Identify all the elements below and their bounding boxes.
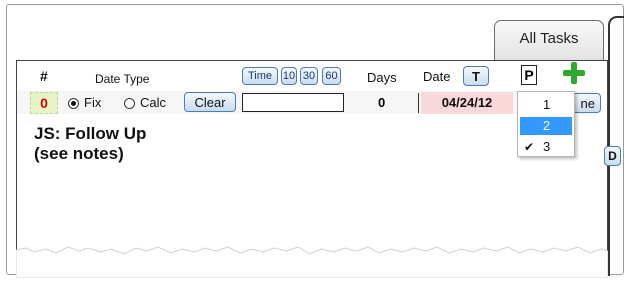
date-header: Date	[423, 69, 451, 84]
time-60-button[interactable]: 60	[322, 67, 341, 85]
time-button[interactable]: Time	[242, 67, 278, 85]
calc-radio[interactable]	[124, 98, 135, 109]
fix-label: Fix	[84, 95, 102, 110]
plus-icon[interactable]	[563, 62, 585, 84]
time-30-button[interactable]: 30	[300, 67, 318, 85]
task-title-line2: (see notes)	[34, 144, 124, 163]
priority-option-1[interactable]: 1	[520, 96, 572, 114]
priority-header[interactable]: P	[521, 65, 537, 85]
priority-option-2[interactable]: 2	[520, 117, 572, 135]
torn-edge	[16, 246, 608, 278]
tab-all-tasks[interactable]: All Tasks	[494, 20, 604, 60]
time-10-button[interactable]: 10	[281, 67, 297, 85]
today-button[interactable]: T	[463, 66, 489, 86]
priority-option-3[interactable]: ✔ 3	[520, 138, 572, 156]
task-title-line1: JS: Follow Up	[34, 124, 147, 143]
days-header: Days	[367, 70, 397, 85]
clear-button[interactable]: Clear	[184, 92, 236, 112]
check-icon: ✔	[524, 140, 535, 154]
date-type-header: Date Type	[95, 72, 150, 86]
column-divider	[418, 93, 419, 113]
time-input[interactable]	[242, 93, 344, 112]
task-title[interactable]: JS: Follow Up (see notes)	[34, 124, 146, 164]
fix-radio[interactable]	[68, 98, 79, 109]
task-number: 0	[30, 92, 58, 114]
priority-dropdown[interactable]: 1 2 ✔ 3	[517, 91, 575, 157]
date-value[interactable]: 04/24/12	[421, 92, 513, 114]
number-header: #	[40, 68, 48, 84]
details-button[interactable]: D	[604, 146, 621, 166]
days-value: 0	[378, 95, 386, 110]
calc-label: Calc	[140, 95, 167, 110]
